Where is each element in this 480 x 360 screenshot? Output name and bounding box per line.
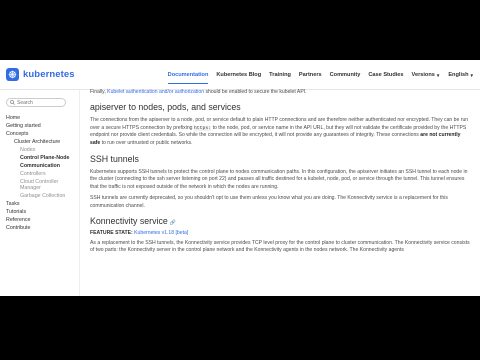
link-anchor-icon[interactable]: 🔗 [170,220,176,226]
search-input[interactable] [17,99,65,106]
heading-konnectivity-text: Konnectivity service [90,216,168,227]
logo-text: kubernetes [23,69,75,80]
konnectivity-paragraph: As a replacement to the SSH tunnels, the… [90,240,470,254]
sidebar-item-label: Communication [20,162,61,169]
apiserver-paragraph: The connections from the apiserver to a … [90,117,470,147]
sidebar-item-control-plane-node-communication[interactable]: Control Plane-Node Communication [6,155,78,169]
docs-sidebar: Home Getting started Concepts Cluster Ar… [0,90,80,296]
nav-training[interactable]: Training [269,60,291,90]
sidebar-item-nodes[interactable]: Nodes [6,146,78,154]
nav-blog[interactable]: Kubernetes Blog [216,60,261,90]
apiserver-text-3: to run over untrusted or public networks… [100,139,193,146]
heading-apiserver-nodes: apiserver to nodes, pods, and services [90,102,241,113]
docs-content: Finally, Kubelet authentication and/or a… [90,89,470,296]
sidebar-item-home[interactable]: Home [6,114,78,122]
nav-language-dropdown[interactable]: English ▼ [448,60,474,90]
chevron-down-icon: ▼ [469,72,474,78]
nav-versions-label: Versions [411,72,435,78]
search-box[interactable] [6,98,66,107]
intro-prefix: Finally, [90,89,108,95]
chevron-down-icon: ▼ [435,72,441,78]
sidebar-item-label: Control Plane-Node [20,155,70,162]
site-header: kubernetes Documentation Kubernetes Blog… [0,60,480,90]
sidebar-item-reference[interactable]: Reference [6,216,78,224]
browser-page: kubernetes Documentation Kubernetes Blog… [0,60,480,296]
kubernetes-logo[interactable]: kubernetes [6,68,75,81]
sidebar-item-concepts[interactable]: Concepts [6,130,78,138]
search-icon [10,100,15,105]
sidebar-item-cloud-controller-manager[interactable]: Cloud Controller Manager [6,179,78,192]
ssh-paragraph: Kubernetes supports SSH tunnels to prote… [90,169,468,190]
top-nav: Documentation Kubernetes Blog Training P… [160,60,474,90]
sidebar-nav-list: Home Getting started Concepts Cluster Ar… [6,114,78,232]
sidebar-item-controllers[interactable]: Controllers [6,170,78,178]
feature-state-value: Kubernetes v1.18 [beta] [134,230,189,237]
heading-ssh-tunnels: SSH tunnels [90,154,139,165]
ssh-deprecated-paragraph: SSH tunnels are currently deprecated, so… [90,195,448,209]
https-code: https: [193,125,212,131]
sidebar-item-cluster-architecture[interactable]: Cluster Architecture [6,138,78,146]
feature-state: FEATURE STATE: Kubernetes v1.18 [beta] [90,230,470,236]
heading-konnectivity: Konnectivity service 🔗 [90,216,470,226]
sidebar-item-tasks[interactable]: Tasks [6,200,78,208]
nav-language-label: English [448,72,469,78]
sidebar-item-contribute[interactable]: Contribute [6,224,78,232]
sidebar-item-getting-started[interactable]: Getting started [6,122,78,130]
helm-wheel-icon [6,68,19,81]
nav-documentation[interactable]: Documentation [167,60,208,90]
kubelet-auth-link[interactable]: Kubelet authentication and/or authorizat… [107,89,204,95]
intro-paragraph: Finally, Kubelet authentication and/or a… [90,89,470,96]
intro-suffix: should be enabled to secure the kubelet … [204,89,307,95]
feature-state-label: FEATURE STATE: [90,230,133,237]
nav-case-studies[interactable]: Case Studies [368,60,403,90]
nav-versions-dropdown[interactable]: Versions ▼ [412,60,441,90]
nav-partners[interactable]: Partners [299,60,322,90]
sidebar-item-garbage-collection[interactable]: Garbage Collection [6,192,78,200]
sidebar-item-tutorials[interactable]: Tutorials [6,208,78,216]
nav-community[interactable]: Community [330,60,361,90]
